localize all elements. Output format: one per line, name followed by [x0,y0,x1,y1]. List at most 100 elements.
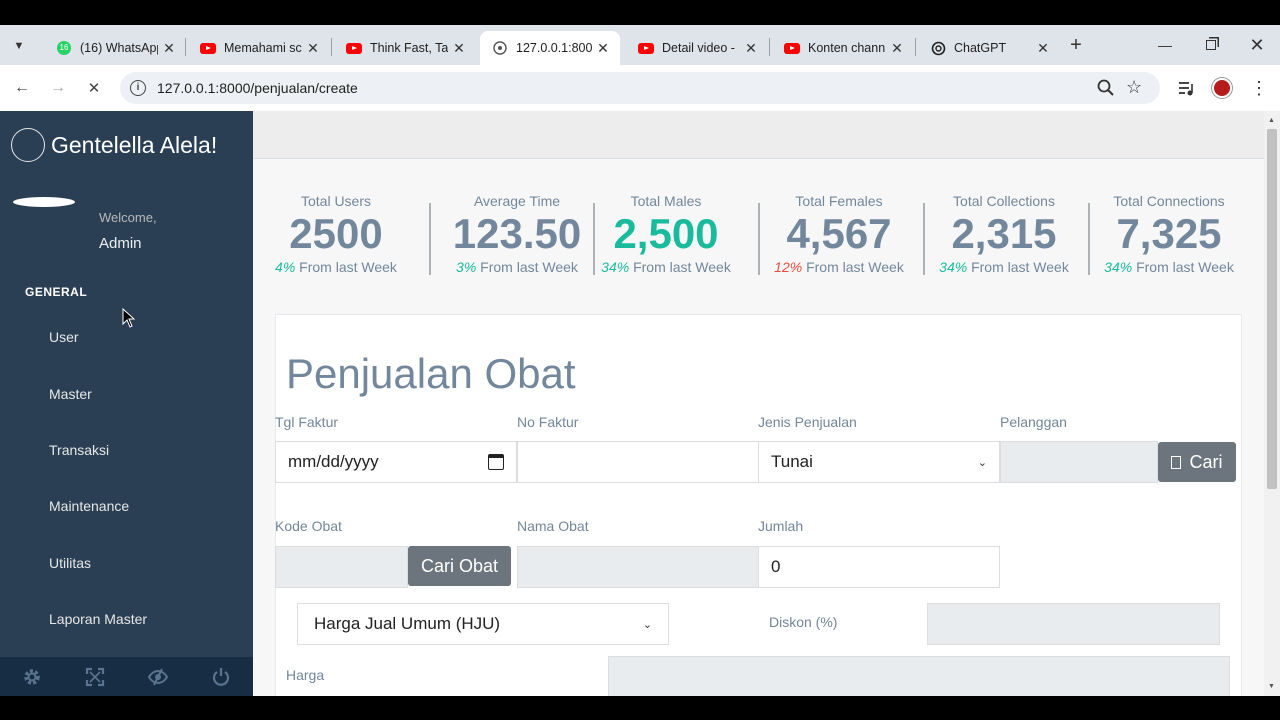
jumlah-value: 0 [771,557,781,576]
stop-loading-button[interactable]: ✕ [80,74,108,102]
tab-search-button[interactable]: ▼ [8,35,30,57]
chatgpt-icon [930,40,946,56]
power-icon[interactable] [189,657,252,697]
cari-button-label: Cari [1189,451,1223,472]
stat-value: 2,315 [951,210,1057,257]
tab-close-icon[interactable]: ✕ [448,40,470,57]
stat-change-text: From last Week [295,259,397,275]
tab-close-icon[interactable]: ✕ [1032,40,1054,57]
nama-obat-input[interactable] [517,546,759,588]
tab-3[interactable]: Think Fast, Tal ✕ [334,31,476,65]
sidebar-item-maintenance[interactable]: Maintenance [49,498,129,514]
sidebar-item-laporan-master[interactable]: Laporan Master [49,611,147,627]
bookmark-star-icon[interactable]: ☆ [1126,77,1142,98]
restore-button[interactable] [1198,32,1224,58]
minimize-button[interactable]: — [1152,32,1178,58]
tab-6[interactable]: Konten chann ✕ [772,31,914,65]
browser-menu-icon[interactable]: ⋮ [1250,78,1268,98]
youtube-icon [638,40,654,56]
harga-input[interactable] [608,656,1230,696]
tab-7[interactable]: ChatGPT ✕ [918,31,1060,65]
stat-label: Total Connections [1113,193,1225,209]
stat-value: 2500 [289,210,383,257]
youtube-icon [784,40,800,56]
sidebar-item-utilitas[interactable]: Utilitas [49,555,91,571]
tab-close-icon[interactable]: ✕ [302,40,324,57]
user-name: Admin [99,235,142,252]
sidebar-item-user[interactable]: User [49,329,79,345]
fullscreen-icon[interactable] [63,657,126,697]
kode-obat-input[interactable] [275,546,408,588]
date-placeholder: mm/dd/yyyy [288,452,379,471]
mouse-cursor-icon [122,307,136,333]
stat-change-text: From last Week [1132,259,1234,275]
harga-label: Harga [286,667,325,683]
stat-change-percent: 3% [456,259,477,275]
whatsapp-icon: 16 [56,40,72,56]
zoom-icon[interactable] [1096,78,1116,98]
tab-2[interactable]: Memahami sc ✕ [188,31,330,65]
brand-logo-icon [11,128,45,162]
tab-close-icon[interactable]: ✕ [740,40,762,57]
jumlah-input[interactable]: 0 [758,546,1000,588]
tab-title: Think Fast, Tal [370,41,448,55]
back-button[interactable]: ← [8,74,36,102]
profile-image [13,197,75,207]
kode-obat-label: Kode Obat [275,518,342,534]
harga-type-select[interactable]: Harga Jual Umum (HJU) ⌄ [297,603,669,645]
new-tab-button[interactable]: + [1064,32,1088,58]
stat-divider [429,203,431,275]
harga-type-value: Harga Jual Umum (HJU) [314,614,501,633]
stat-divider [923,203,925,275]
stat-divider [1088,203,1090,275]
site-info-icon[interactable]: i [130,80,146,96]
scroll-down-arrow[interactable]: ▼ [1268,683,1275,690]
jenis-penjualan-label: Jenis Penjualan [758,414,857,430]
stat-tile: Total Connections 7,325 34% From last Week [1091,193,1247,275]
tab-title: Memahami sc [224,41,302,55]
stat-divider [758,203,760,275]
tab-close-icon[interactable]: ✕ [886,40,908,57]
stat-value: 123.50 [452,210,582,257]
profile-avatar[interactable] [1212,78,1232,98]
youtube-icon [200,40,216,56]
tab-close-icon[interactable]: ✕ [592,40,614,57]
bottom-black-bar [0,696,1280,720]
sidebar-item-master[interactable]: Master [49,386,92,402]
stat-change-percent: 12% [774,259,803,275]
url-text[interactable]: 127.0.0.1:8000/penjualan/create [157,80,358,96]
calendar-icon[interactable] [488,454,504,470]
cari-obat-button[interactable]: Cari Obat [408,546,511,586]
tgl-faktur-label: Tgl Faktur [275,414,339,430]
no-faktur-input[interactable] [517,441,759,483]
pelanggan-input[interactable] [1000,441,1158,483]
media-control-icon[interactable] [1176,78,1196,98]
top-nav [253,111,1264,159]
tgl-faktur-input[interactable]: mm/dd/yyyy [275,441,517,483]
forward-button[interactable]: → [44,74,72,102]
tab-4[interactable]: 127.0.0.1:8000 ✕ [480,31,620,65]
sidebar-item-transaksi[interactable]: Transaksi [49,442,109,458]
gear-icon[interactable] [0,657,63,697]
tab-5[interactable]: Detail video - ✕ [626,31,768,65]
cari-pelanggan-button[interactable]: Cari [1158,442,1236,482]
stat-change: 34% From last Week [926,259,1082,275]
stat-tile: Total Males 2,500 34% From last Week [588,193,744,275]
stat-label: Total Females [795,193,883,209]
omnibox[interactable]: i 127.0.0.1:8000/penjualan/create ☆ [120,72,1160,104]
tab-separator [915,38,916,56]
stat-change-text: From last Week [967,259,1069,275]
globe-icon [492,40,508,56]
scrollbar-thumb[interactable] [1267,129,1277,489]
close-window-button[interactable]: ✕ [1244,32,1270,58]
eye-slash-icon[interactable] [126,657,189,697]
jenis-penjualan-select[interactable]: Tunai ⌄ [758,441,1000,483]
page-scrollbar[interactable]: ▲ ▼ [1264,111,1280,696]
tab-close-icon[interactable]: ✕ [158,40,180,57]
brand-title[interactable]: Gentelella Alela! [51,132,217,159]
diskon-input[interactable] [927,603,1220,645]
stat-change-text: From last Week [629,259,731,275]
tab-1[interactable]: 16 (16) WhatsApp ✕ [44,31,186,65]
chevron-down-icon: ⌄ [977,456,987,469]
scroll-up-arrow[interactable]: ▲ [1268,117,1275,124]
